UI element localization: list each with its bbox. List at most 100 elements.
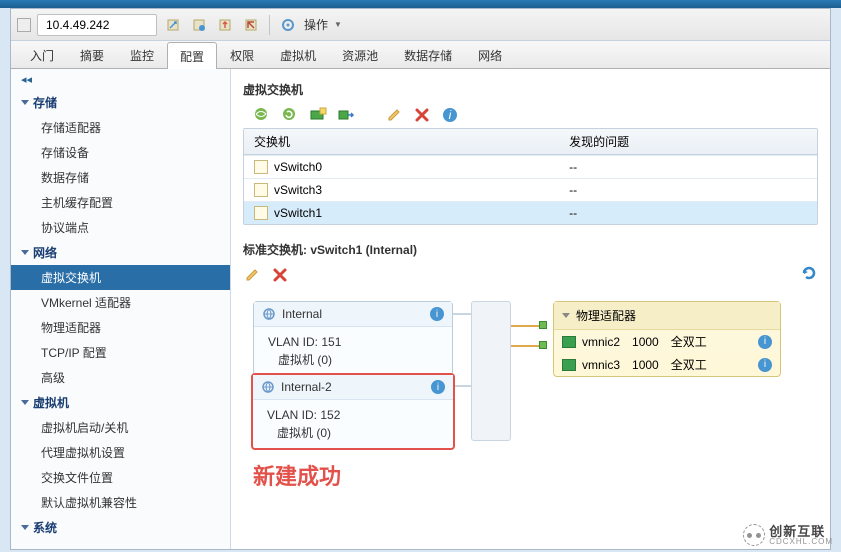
sidebar-item-advanced[interactable]: 高级 — [11, 365, 230, 390]
sidebar-item-agent-vm[interactable]: 代理虚拟机设置 — [11, 440, 230, 465]
host-icon — [17, 18, 31, 32]
switch-problem: -- — [559, 156, 817, 178]
sidebar-collapse-icon[interactable]: ◂◂ — [11, 69, 230, 90]
address-bar: 10.4.49.242 操作 ▼ — [11, 9, 830, 41]
sidebar-item-storage-adapters[interactable]: 存储适配器 — [11, 115, 230, 140]
sidebar-group-storage[interactable]: 存储 — [11, 90, 230, 115]
info-badge-icon[interactable]: i — [758, 358, 772, 372]
uplink-line — [511, 345, 541, 347]
tab-configure[interactable]: 配置 — [167, 42, 217, 69]
uplink-adapters[interactable]: 物理适配器 vmnic21000全双工i vmnic31000全双工i — [553, 301, 781, 377]
annotation-text: 新建成功 — [253, 459, 341, 491]
switch-toolbar: i — [253, 106, 818, 124]
refresh-networking-icon[interactable] — [281, 106, 299, 124]
vswitch-table: 交换机 发现的问题 vSwitch0 -- vSwitch3 -- vSwitc… — [243, 128, 818, 225]
gear-icon[interactable] — [278, 15, 298, 35]
migrate-icon[interactable] — [337, 106, 355, 124]
nic-icon — [562, 359, 576, 371]
table-row[interactable]: vSwitch1 -- — [244, 201, 817, 224]
tab-getting-started[interactable]: 入门 — [17, 41, 67, 68]
actions-dropdown[interactable]: 操作 — [304, 16, 328, 33]
table-row[interactable]: vSwitch3 -- — [244, 178, 817, 201]
portgroup-internal-2[interactable]: Internal-2i VLAN ID: 152 虚拟机 (0) — [251, 373, 455, 450]
connector-line — [453, 313, 471, 315]
th-problems[interactable]: 发现的问题 — [559, 129, 817, 154]
portgroup-internal[interactable]: Internali VLAN ID: 151 虚拟机 (0) — [253, 301, 453, 376]
sidebar-item-host-cache[interactable]: 主机缓存配置 — [11, 190, 230, 215]
tab-datastores[interactable]: 数据存储 — [391, 41, 465, 68]
switch-name: vSwitch3 — [274, 183, 322, 197]
sidebar-item-vmkernel-adapters[interactable]: VMkernel 适配器 — [11, 290, 230, 315]
info-badge-icon[interactable]: i — [430, 307, 444, 321]
sidebar-item-datastores[interactable]: 数据存储 — [11, 165, 230, 190]
sidebar-item-virtual-switches[interactable]: 虚拟交换机 — [11, 265, 230, 290]
edit-pencil-icon[interactable] — [385, 106, 403, 124]
svg-text:i: i — [449, 108, 452, 122]
edit-vswitch-icon[interactable] — [243, 266, 261, 284]
sidebar-item-storage-devices[interactable]: 存储设备 — [11, 140, 230, 165]
sidebar-group-label: 虚拟机 — [33, 394, 69, 411]
sidebar-item-protocol-endpoints[interactable]: 协议端点 — [11, 215, 230, 240]
sidebar-item-swapfile[interactable]: 交换文件位置 — [11, 465, 230, 490]
add-vswitch-icon[interactable] — [309, 106, 327, 124]
nav-action-1-icon[interactable] — [163, 15, 183, 35]
topology-diagram: Internali VLAN ID: 151 虚拟机 (0) Internal-… — [243, 301, 818, 491]
nav-action-4-icon[interactable] — [241, 15, 261, 35]
tab-permissions[interactable]: 权限 — [217, 41, 267, 68]
sidebar-group-label: 网络 — [33, 244, 57, 261]
delete-x-icon[interactable] — [413, 106, 431, 124]
nic-speed: 1000 — [632, 358, 659, 372]
nic-name: vmnic3 — [582, 358, 620, 372]
nic-name: vmnic2 — [582, 335, 620, 349]
sidebar-group-label: 存储 — [33, 94, 57, 111]
table-row[interactable]: vSwitch0 -- — [244, 155, 817, 178]
watermark-line1: 创新互联 — [769, 525, 833, 538]
remove-vswitch-icon[interactable] — [271, 266, 289, 284]
tab-resource-pools[interactable]: 资源池 — [329, 41, 391, 68]
sidebar-group-system[interactable]: 系统 — [11, 515, 230, 540]
section-title: 虚拟交换机 — [243, 81, 818, 98]
nic-row[interactable]: vmnic21000全双工i — [554, 330, 780, 353]
nic-duplex: 全双工 — [671, 333, 707, 350]
add-host-networking-icon[interactable] — [253, 106, 271, 124]
switch-spine — [471, 301, 511, 441]
th-switch[interactable]: 交换机 — [244, 129, 559, 154]
expand-arrow-icon — [562, 313, 570, 318]
info-badge-icon[interactable]: i — [431, 380, 445, 394]
portgroup-vlan: VLAN ID: 152 — [267, 406, 439, 424]
sidebar-item-physical-adapters[interactable]: 物理适配器 — [11, 315, 230, 340]
nic-duplex: 全双工 — [671, 356, 707, 373]
info-icon[interactable]: i — [441, 106, 459, 124]
switch-icon — [254, 183, 268, 197]
switch-name: vSwitch0 — [274, 160, 322, 174]
nic-row[interactable]: vmnic3 1000 全双工 i — [554, 353, 780, 376]
tab-summary[interactable]: 摘要 — [67, 41, 117, 68]
link-dot-icon — [539, 341, 547, 349]
portgroup-vms: 虚拟机 (0) — [268, 351, 438, 369]
portgroup-icon — [261, 380, 275, 394]
portgroup-icon — [262, 307, 276, 321]
tab-monitor[interactable]: 监控 — [117, 41, 167, 68]
main-tabs: 入门 摘要 监控 配置 权限 虚拟机 资源池 数据存储 网络 — [11, 41, 830, 69]
sidebar-item-vm-startup[interactable]: 虚拟机启动/关机 — [11, 415, 230, 440]
portgroup-vms: 虚拟机 (0) — [267, 424, 439, 442]
nav-action-3-icon[interactable] — [215, 15, 235, 35]
sidebar-group-label: 系统 — [33, 519, 57, 536]
info-badge-icon[interactable]: i — [758, 335, 772, 349]
connector-line — [455, 385, 471, 387]
link-dot-icon — [539, 321, 547, 329]
address-field: 10.4.49.242 — [37, 14, 157, 36]
uplink-line — [511, 325, 541, 327]
sidebar: ◂◂ 存储 存储适配器 存储设备 数据存储 主机缓存配置 协议端点 网络 虚拟交… — [11, 69, 231, 549]
nav-action-2-icon[interactable] — [189, 15, 209, 35]
sidebar-item-default-compat[interactable]: 默认虚拟机兼容性 — [11, 490, 230, 515]
tab-vms[interactable]: 虚拟机 — [267, 41, 329, 68]
tab-networks[interactable]: 网络 — [465, 41, 515, 68]
watermark-line2: CDCXHL.COM — [769, 538, 833, 546]
refresh-icon[interactable] — [800, 264, 818, 285]
watermark: 创新互联 CDCXHL.COM — [743, 524, 833, 546]
switch-icon — [254, 160, 268, 174]
sidebar-item-tcpip[interactable]: TCP/IP 配置 — [11, 340, 230, 365]
sidebar-group-network[interactable]: 网络 — [11, 240, 230, 265]
sidebar-group-vm[interactable]: 虚拟机 — [11, 390, 230, 415]
